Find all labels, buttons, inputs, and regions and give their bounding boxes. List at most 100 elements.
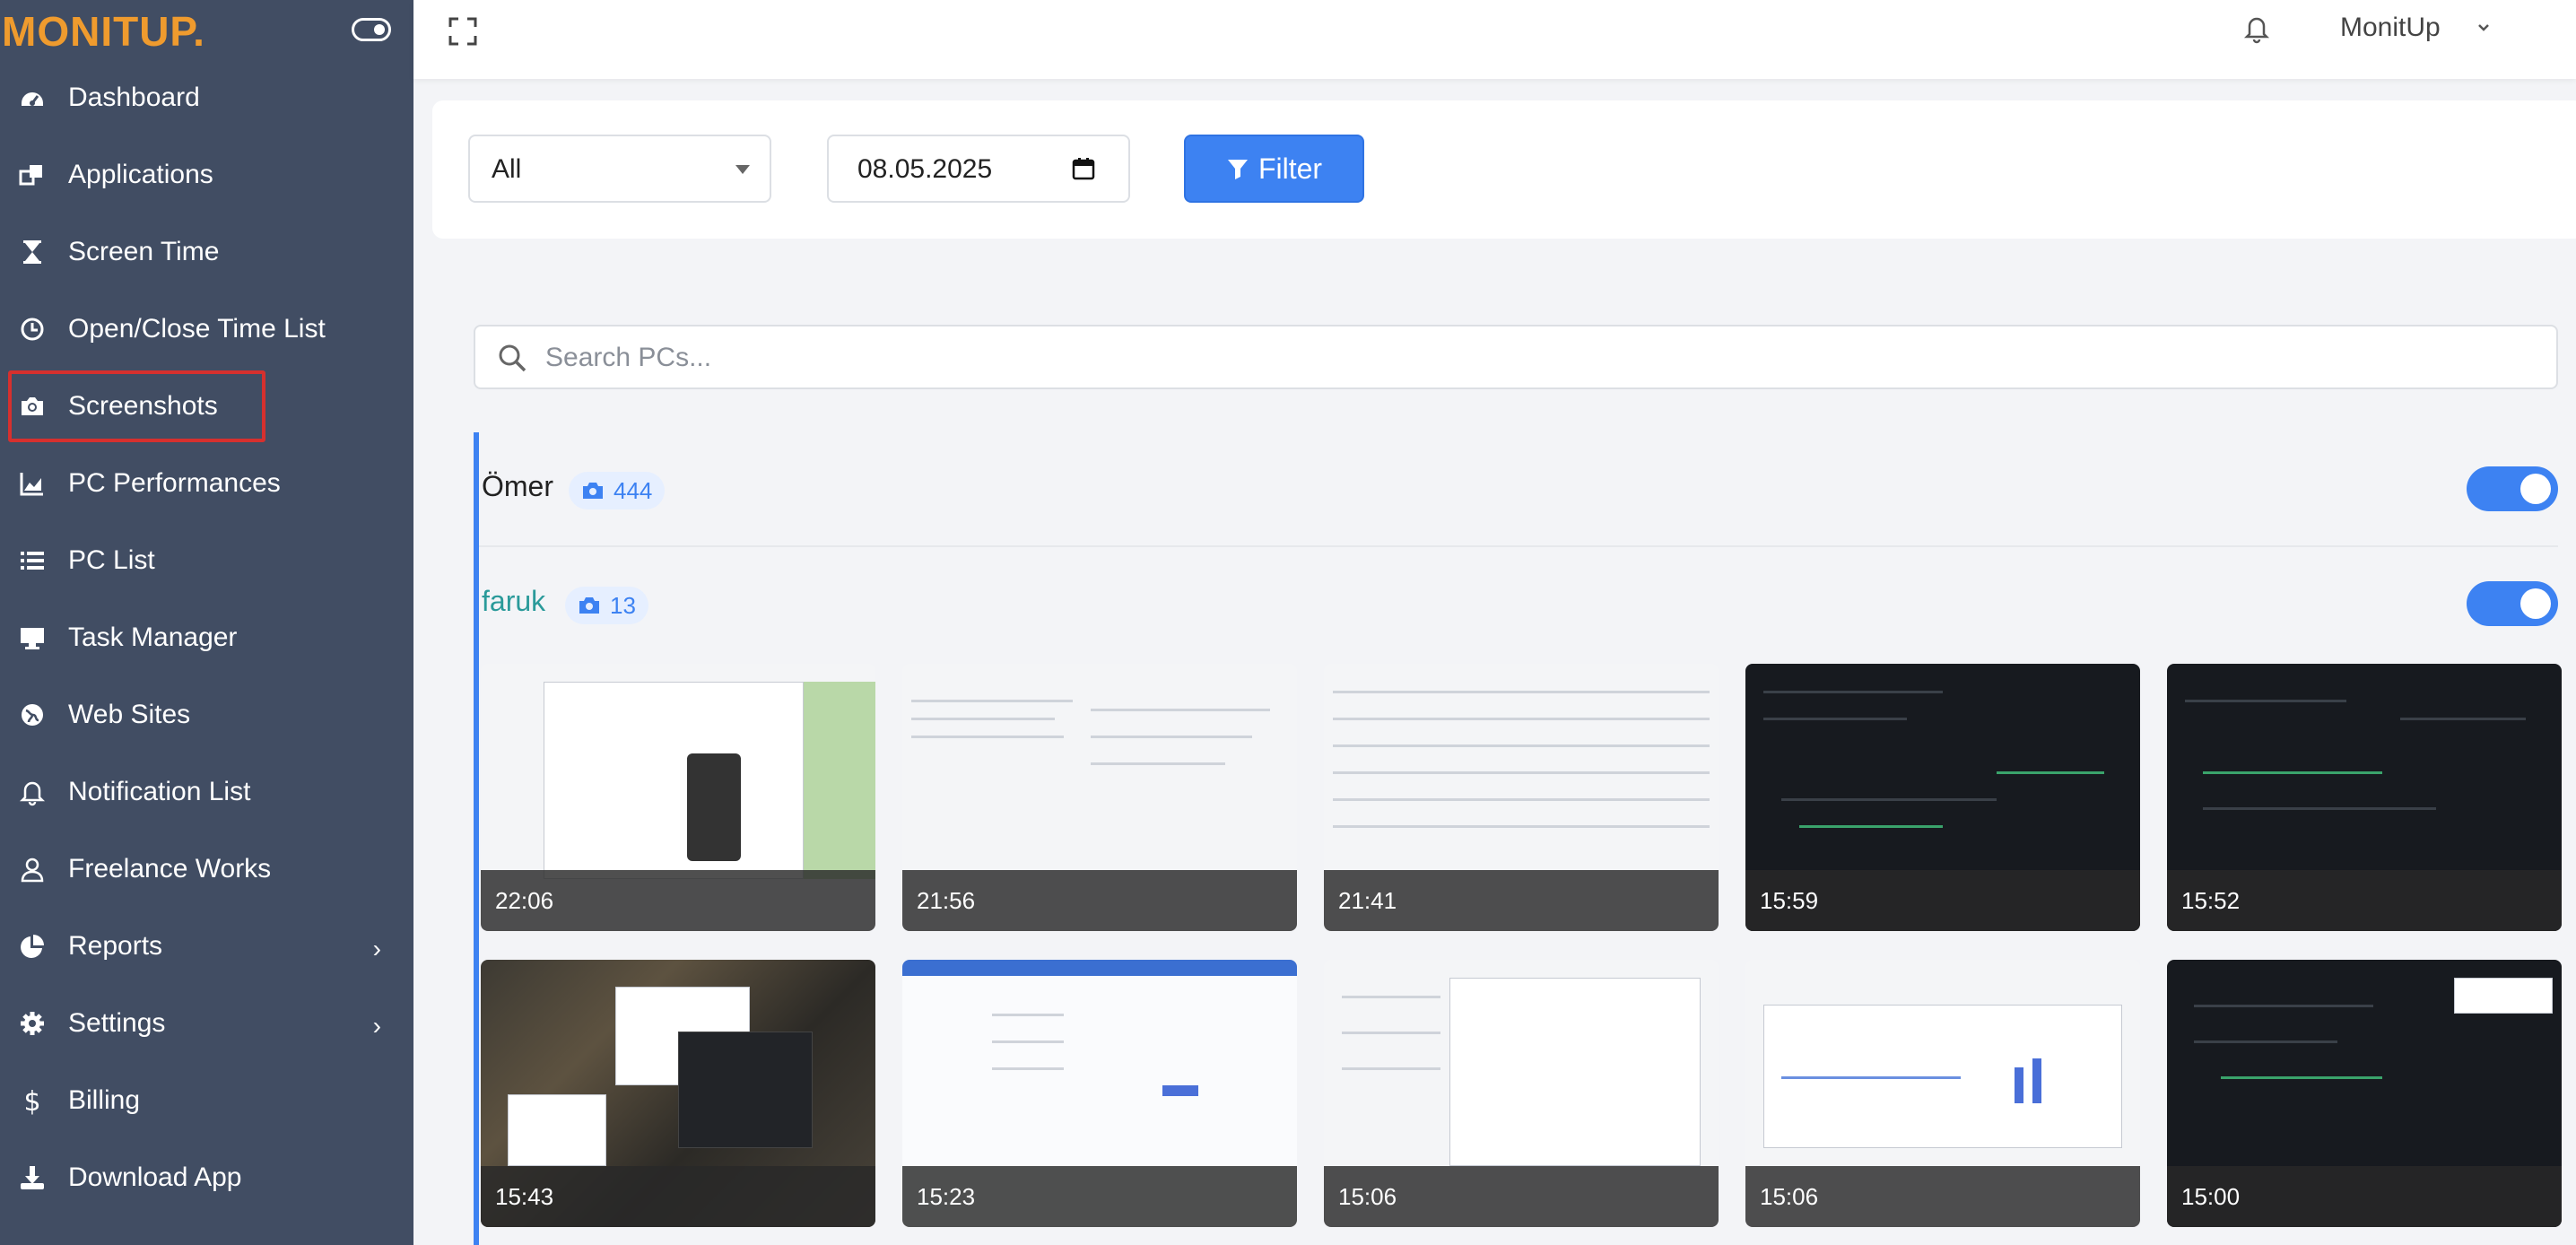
pc-name[interactable]: Ömer: [482, 470, 553, 503]
screenshot-thumbnail[interactable]: 15:23: [902, 960, 1297, 1227]
sidebar-item-screenshots[interactable]: Screenshots: [0, 368, 413, 445]
sidebar-item-notification-list[interactable]: Notification List: [0, 753, 413, 831]
search-icon: [499, 344, 527, 372]
pc-name[interactable]: faruk: [482, 585, 545, 618]
screenshot-count-badge: 13: [565, 587, 648, 624]
sidebar-item-label: Download App: [68, 1162, 242, 1192]
monitor-icon: [14, 620, 50, 656]
sidebar-item-label: PC Performances: [68, 468, 281, 498]
caret-down-icon: [735, 165, 750, 174]
search-input[interactable]: [545, 335, 2519, 380]
screenshot-time: 15:43: [495, 1183, 554, 1210]
bell-icon: [14, 774, 50, 810]
screenshot-thumbnail[interactable]: 15:52: [2167, 664, 2562, 931]
filter-button[interactable]: Filter: [1184, 135, 1364, 203]
group-accent-bar: [474, 432, 479, 1245]
screenshot-time: 15:00: [2181, 1183, 2241, 1210]
screenshot-time: 21:56: [917, 887, 976, 914]
screenshot-thumbnail[interactable]: 15:00: [2167, 960, 2562, 1227]
sidebar-item-applications[interactable]: Applications: [0, 136, 413, 213]
sidebar-item-open-close-time-list[interactable]: Open/Close Time List: [0, 291, 413, 368]
sidebar-item-download-app[interactable]: Download App: [0, 1139, 413, 1216]
sidebar-item-settings[interactable]: Settings ›: [0, 985, 413, 1062]
pc-row[interactable]: faruk 13: [479, 569, 2558, 640]
chevron-down-icon[interactable]: [2475, 18, 2493, 36]
applications-icon: [14, 157, 50, 193]
camera-icon: [583, 483, 603, 499]
date-input[interactable]: 08.05.2025: [827, 135, 1130, 203]
screenshot-count-badge: 444: [569, 472, 666, 509]
date-value: 08.05.2025: [857, 154, 993, 184]
download-icon: [14, 1160, 50, 1196]
pc-select-value: All: [492, 154, 522, 184]
screenshot-thumbnail[interactable]: 21:56: [902, 664, 1297, 931]
screenshot-thumbnail[interactable]: 15:06: [1324, 960, 1719, 1227]
sidebar-item-pc-performances[interactable]: PC Performances: [0, 445, 413, 522]
camera-icon: [579, 597, 599, 614]
sidebar-item-label: PC List: [68, 545, 155, 575]
sidebar-item-pc-list[interactable]: PC List: [0, 522, 413, 599]
dollar-icon: $: [14, 1083, 50, 1119]
list-icon: [14, 543, 50, 579]
user-menu[interactable]: MonitUp: [2340, 13, 2441, 43]
sidebar-item-label: Open/Close Time List: [68, 314, 326, 344]
sidebar-item-label: Settings: [68, 1008, 166, 1038]
screenshot-thumbnail[interactable]: 21:41: [1324, 664, 1719, 931]
sidebar-item-billing[interactable]: $ Billing: [0, 1062, 413, 1139]
sidebar-item-label: Applications: [68, 160, 213, 189]
sidebar-item-label: Reports: [68, 931, 163, 961]
screenshot-time: 15:59: [1760, 887, 1819, 914]
search-box[interactable]: [474, 325, 2558, 389]
screenshot-thumbnail[interactable]: 15:43: [481, 960, 875, 1227]
screenshot-thumbnail[interactable]: 22:06: [481, 664, 875, 931]
sidebar-item-label: Web Sites: [68, 700, 191, 729]
pc-toggle[interactable]: [2467, 466, 2558, 511]
pc-select[interactable]: All: [468, 135, 771, 203]
screenshot-thumbnail[interactable]: 15:59: [1745, 664, 2140, 931]
sidebar-item-web-sites[interactable]: Web Sites: [0, 676, 413, 753]
screenshot-count: 444: [614, 476, 653, 504]
area-chart-icon: [14, 466, 50, 501]
sidebar-item-label: Task Manager: [68, 622, 238, 652]
screenshot-time: 22:06: [495, 887, 554, 914]
pie-chart-icon: [14, 928, 50, 964]
screenshot-time: 15:06: [1338, 1183, 1397, 1210]
dashboard-icon: [14, 80, 50, 116]
sidebar-item-screen-time[interactable]: Screen Time: [0, 213, 413, 291]
screenshot-time: 15:06: [1760, 1183, 1819, 1210]
filter-button-label: Filter: [1258, 152, 1323, 185]
sidebar-item-label: Notification List: [68, 777, 251, 806]
chevron-right-icon: ›: [372, 1012, 381, 1040]
chevron-right-icon: ›: [372, 935, 381, 962]
gear-icon: [14, 1006, 50, 1041]
sidebar-item-label: Freelance Works: [68, 854, 272, 884]
pc-toggle[interactable]: [2467, 581, 2558, 626]
sidebar-item-label: Dashboard: [68, 83, 200, 112]
calendar-icon[interactable]: [1071, 156, 1096, 181]
sidebar-nav: Dashboard Applications Screen Time Open/…: [0, 59, 413, 1216]
screenshot-thumbnail[interactable]: 15:06: [1745, 960, 2140, 1227]
sidebar-item-reports[interactable]: Reports ›: [0, 908, 413, 985]
notification-bell-icon[interactable]: [2241, 13, 2272, 45]
fullscreen-icon[interactable]: [448, 16, 478, 47]
sidebar-item-freelance-works[interactable]: Freelance Works: [0, 831, 413, 908]
screenshot-time: 15:23: [917, 1183, 976, 1210]
pc-row[interactable]: Ömer 444: [479, 454, 2558, 526]
sidebar: MONITUP. Dashboard Applications Screen T…: [0, 0, 413, 1245]
sidebar-item-dashboard[interactable]: Dashboard: [0, 59, 413, 136]
sidebar-item-label: Screen Time: [68, 237, 220, 266]
brand-logo[interactable]: MONITUP.: [2, 7, 205, 56]
screenshot-time: 21:41: [1338, 887, 1397, 914]
hourglass-icon: [14, 234, 50, 270]
active-highlight: [8, 370, 265, 442]
topbar: MonitUp: [413, 0, 2576, 79]
sidebar-toggle-icon[interactable]: [352, 18, 391, 41]
sidebar-item-label: Billing: [68, 1085, 141, 1115]
screenshot-time: 15:52: [2181, 887, 2241, 914]
screenshot-count: 13: [610, 591, 636, 619]
funnel-icon: [1227, 160, 1248, 179]
clock-icon: [14, 311, 50, 347]
sidebar-item-task-manager[interactable]: Task Manager: [0, 599, 413, 676]
svg-text:$: $: [23, 1086, 40, 1115]
user-icon: [14, 851, 50, 887]
